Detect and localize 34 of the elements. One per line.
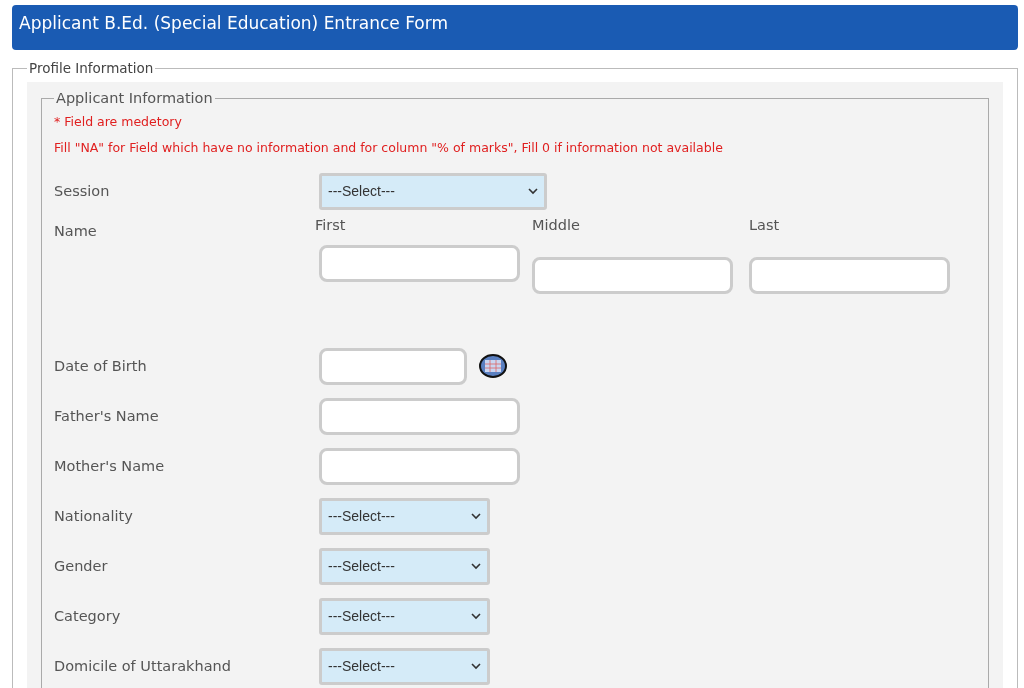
section-legend: Applicant Information [54,90,215,106]
field-label: Nationality [54,508,134,524]
chevron-down-icon [471,512,481,520]
input-field[interactable] [319,245,520,282]
field-sublabel: Last [749,217,781,233]
field-label: Mother's Name [54,458,166,474]
field-label: Name [54,223,98,239]
required-note: Fill "NA" for Field which have no information and for column "% of marks", Fill 0 if information not available [54,140,724,155]
field-label: Date of Birth [54,358,148,374]
section-legend: Profile Information [27,60,156,76]
input-field[interactable] [319,347,467,385]
input-field[interactable] [319,447,520,485]
field-label: Domicile of Uttarakhand [54,658,232,674]
field-sublabel: First [315,217,347,233]
field-label: Category [54,608,122,624]
chevron-down-icon [471,612,481,620]
chevron-down-icon [528,187,538,195]
select-dropdown[interactable]: ---Select--- [319,497,490,535]
field-label: Gender [54,558,109,574]
input-field[interactable] [319,397,520,435]
input-field[interactable] [749,257,950,294]
required-note: * Field are medetory [54,114,183,129]
field-sublabel: Middle [532,217,581,233]
calendar-icon[interactable] [479,354,507,378]
select-dropdown[interactable]: ---Select--- [319,547,490,585]
chevron-down-icon [471,662,481,670]
select-dropdown[interactable]: ---Select--- [319,172,547,210]
chevron-down-icon [471,562,481,570]
select-dropdown[interactable]: ---Select--- [319,647,490,685]
input-field[interactable] [532,257,733,294]
field-label: Session [54,183,111,199]
field-label: Father's Name [54,408,160,424]
select-dropdown[interactable]: ---Select--- [319,597,490,635]
form-title: Applicant B.Ed. (Special Education) Entrance Form [12,5,1018,50]
